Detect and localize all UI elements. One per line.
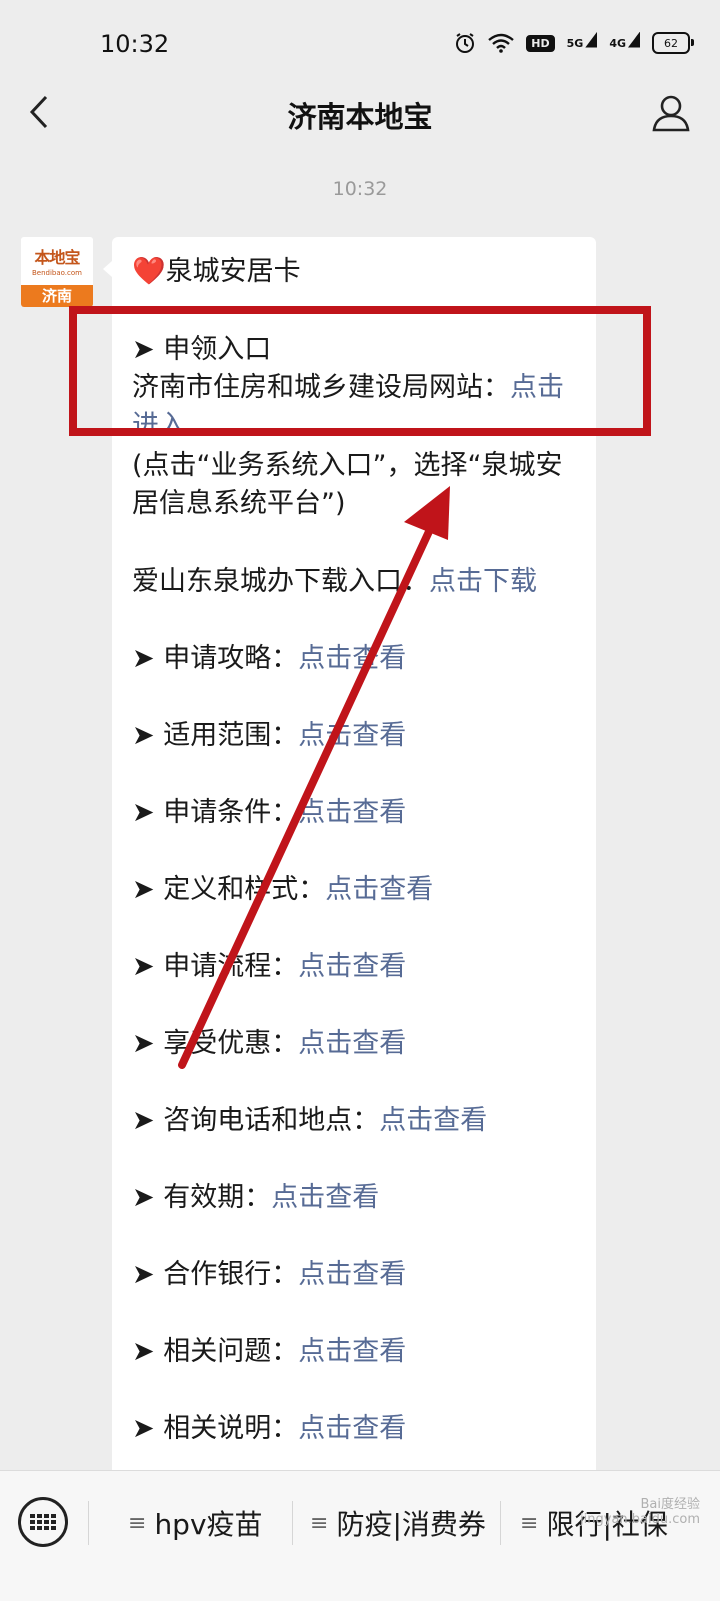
menu-list-icon: ≡ [310, 1510, 329, 1536]
view-link[interactable]: 点击查看 [298, 1028, 406, 1059]
avatar-city: 济南 [21, 285, 93, 307]
menu-divider [292, 1501, 293, 1545]
list-item: ➤ 申请流程：点击查看 [132, 951, 407, 982]
wifi-icon [488, 33, 515, 53]
hd-voice-icon: HD [526, 34, 555, 52]
avatar-logo: 本地宝 [34, 248, 80, 267]
page-title: 济南本地宝 [287, 100, 433, 134]
keyboard-icon [30, 1514, 56, 1530]
watermark: Bai度经验 jingyan.baidu.com [580, 1497, 700, 1527]
entry-note: (点击“业务系统入口”，选择“泉城安居信息系统平台”) [132, 450, 563, 519]
list-item: ➤ 相关问题：点击查看 [132, 1336, 407, 1367]
view-link[interactable]: 点击查看 [298, 643, 406, 674]
signal-5g-icon: 5G [567, 31, 598, 50]
alarm-icon [456, 33, 475, 53]
menu-item-epidemic[interactable]: ≡ 防疫|消费券 [310, 1499, 486, 1547]
list-item: ➤ 申请攻略：点击查看 [132, 643, 407, 674]
profile-icon[interactable] [650, 92, 692, 134]
menu-divider [500, 1501, 501, 1545]
highlight-annotation-box [69, 306, 651, 436]
list-item: ➤ 有效期：点击查看 [132, 1182, 380, 1213]
bottom-menu-bar: ≡ hpv疫苗 ≡ 防疫|消费券 ≡ 限行|社保 Bai度经验 jingyan.… [0, 1470, 720, 1601]
list-item: ➤ 享受优惠：点击查看 [132, 1028, 407, 1059]
list-item: ➤ 申请条件：点击查看 [132, 797, 407, 828]
view-link[interactable]: 点击查看 [298, 1336, 406, 1367]
list-item: ➤ 定义和样式：点击查看 [132, 874, 434, 905]
app-download-line: 爱山东泉城办下载入口：点击下载 [132, 563, 578, 601]
list-item: ➤ 咨询电话和地点：点击查看 [132, 1105, 488, 1136]
nav-bar: 济南本地宝 [0, 80, 720, 150]
message-timestamp: 10:32 [332, 178, 388, 200]
app-download-text: 爱山东泉城办下载入口： [132, 566, 429, 597]
app-download-link[interactable]: 点击下载 [429, 566, 537, 597]
keyboard-toggle-button[interactable] [18, 1497, 68, 1547]
menu-item-hpv[interactable]: ≡ hpv疫苗 [128, 1499, 263, 1547]
view-link[interactable]: 点击查看 [325, 874, 433, 905]
menu-list-icon: ≡ [520, 1510, 539, 1536]
view-link[interactable]: 点击查看 [298, 1259, 406, 1290]
avatar[interactable]: 本地宝 Bendibao.com 济南 [21, 237, 93, 307]
message-title: ❤️泉城安居卡 [132, 256, 301, 287]
avatar-subtitle: Bendibao.com [31, 269, 82, 277]
view-link[interactable]: 点击查看 [379, 1105, 487, 1136]
view-link[interactable]: 点击查看 [271, 1182, 379, 1213]
list-item: ➤ 合作银行：点击查看 [132, 1259, 407, 1290]
list-item: ➤ 相关说明：点击查看 [132, 1413, 407, 1444]
view-link[interactable]: 点击查看 [298, 797, 406, 828]
signal-4g-icon: 4G [609, 31, 640, 50]
view-link[interactable]: 点击查看 [298, 1413, 406, 1444]
heart-icon: ❤️ [132, 256, 166, 287]
menu-list-icon: ≡ [128, 1510, 147, 1536]
battery-icon: 62 [652, 32, 694, 54]
status-bar: 10:32 HD 5G 4G 62 [0, 0, 720, 90]
status-time: 10:32 [100, 30, 170, 58]
view-link[interactable]: 点击查看 [298, 720, 406, 751]
list-item: ➤ 适用范围：点击查看 [132, 720, 407, 751]
menu-divider [88, 1501, 89, 1545]
status-icons: HD 5G 4G 62 [454, 31, 694, 54]
view-link[interactable]: 点击查看 [298, 951, 406, 982]
